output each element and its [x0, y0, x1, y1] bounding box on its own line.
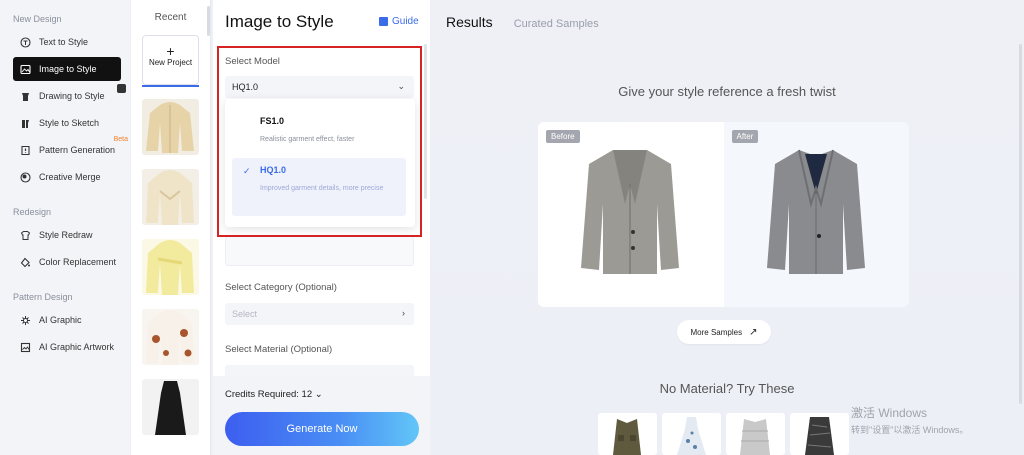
form-footer: Credits Required: 12 ⌄ Generate Now — [213, 376, 430, 455]
color-icon — [19, 256, 31, 268]
model-highlight-box — [217, 46, 422, 237]
floral-jacket-image — [146, 310, 194, 365]
generate-button[interactable]: Generate Now — [225, 412, 419, 446]
black-dress-image — [155, 381, 186, 435]
sample-materials — [598, 413, 854, 455]
pattern-icon — [19, 144, 31, 156]
nav-item-image-to-style[interactable]: Image to Style — [13, 57, 121, 81]
nav-item-pattern-generation[interactable]: Pattern Generation Beta — [13, 136, 128, 162]
chevron-right-icon: › — [402, 308, 405, 318]
before-tag: Before — [546, 130, 580, 143]
category-label: Select Category (Optional) — [225, 282, 337, 293]
nav-item-label: Text to Style — [39, 37, 89, 47]
nav-section-new-design: New Design — [13, 14, 62, 24]
tweed-skirt-image — [805, 417, 834, 455]
after-tag: After — [731, 130, 759, 143]
results-heading: Give your style reference a fresh twist — [618, 84, 836, 99]
nav-item-label: Style to Sketch — [39, 118, 100, 128]
recent-thumbnail[interactable] — [142, 379, 199, 435]
new-project-button[interactable]: + New Project — [142, 35, 199, 87]
results-scrollbar[interactable] — [1019, 44, 1022, 404]
nav-item-drawing-to-style[interactable]: Drawing to Style — [13, 84, 122, 108]
nav-item-color-replacement[interactable]: Color Replacement — [13, 250, 122, 274]
recent-scrollbar[interactable] — [207, 6, 210, 36]
sample-material-item[interactable] — [790, 413, 849, 455]
upload-area[interactable] — [225, 236, 414, 266]
results-panel: Results Curated Samples Give your style … — [430, 0, 1024, 455]
nav-item-text-to-style[interactable]: Text to Style — [13, 30, 122, 54]
beige-hoodie-image — [146, 102, 194, 153]
cream-jacket-image — [146, 170, 194, 225]
sample-material-item[interactable] — [662, 413, 721, 455]
puffer-vest-image — [740, 419, 770, 455]
floral-dress-image — [677, 417, 706, 455]
credits-label: Credits Required: 12 — [225, 389, 313, 400]
redraw-icon — [19, 229, 31, 241]
material-label: Select Material (Optional) — [225, 344, 333, 355]
ai-graphic-icon — [19, 314, 31, 326]
nav-item-style-redraw[interactable]: Style Redraw — [13, 223, 122, 247]
recent-panel: Recent + New Project — [131, 0, 211, 455]
merge-icon — [19, 171, 31, 183]
category-select[interactable]: Select › — [225, 303, 414, 325]
sample-material-item[interactable] — [726, 413, 785, 455]
new-project-label: New Project — [148, 58, 193, 67]
nav-item-ai-graphic[interactable]: AI Graphic — [13, 308, 122, 332]
recent-title: Recent — [154, 12, 187, 23]
more-samples-label: More Samples — [690, 327, 743, 337]
chevron-down-icon: ⌄ — [314, 389, 323, 400]
nav-item-label: Pattern Generation — [39, 145, 116, 155]
drawing-style-icon — [19, 90, 31, 102]
nav-item-label: Color Replacement — [39, 257, 117, 267]
left-navigation: New Design Text to Style Image to Style … — [0, 0, 130, 455]
image-style-icon — [19, 63, 31, 75]
more-samples-button[interactable]: More Samples ↗ — [677, 320, 771, 344]
nav-item-label: AI Graphic — [39, 315, 82, 325]
windows-activation-watermark: 激活 Windows 转到"设置"以激活 Windows。 — [851, 404, 968, 436]
tab-curated-samples[interactable]: Curated Samples — [514, 18, 599, 30]
nav-item-style-to-sketch[interactable]: Style to Sketch — [13, 111, 122, 135]
arrow-up-right-icon: ↗ — [749, 326, 758, 338]
guide-label: Guide — [392, 16, 419, 27]
watermark-line-1: 激活 Windows — [851, 406, 928, 420]
before-after-comparison: Before After — [538, 122, 909, 307]
nav-section-redesign: Redesign — [13, 207, 52, 217]
nav-item-label: Creative Merge — [39, 172, 101, 182]
beta-badge: Beta — [113, 136, 128, 143]
recent-thumbnail[interactable] — [142, 309, 199, 365]
watermark-line-2: 转到"设置"以激活 Windows。 — [851, 425, 969, 435]
recent-thumbnail[interactable] — [142, 239, 199, 295]
artwork-icon — [19, 341, 31, 353]
before-pane: Before — [538, 122, 724, 307]
blazer-after-image — [766, 149, 865, 274]
recent-thumbnail[interactable] — [142, 99, 199, 155]
book-icon — [379, 17, 388, 26]
guide-link[interactable]: Guide — [379, 16, 419, 27]
credits-dropdown[interactable]: Credits Required: 12 ⌄ — [225, 389, 323, 400]
plus-icon: + — [166, 43, 175, 59]
nav-section-pattern-design: Pattern Design — [13, 292, 73, 302]
results-tabs: Results Curated Samples — [446, 14, 599, 30]
page-title: Image to Style — [225, 12, 334, 31]
nav-item-creative-merge[interactable]: Creative Merge — [13, 165, 122, 189]
nav-item-label: AI Graphic Artwork — [39, 342, 115, 352]
sketch-icon — [19, 117, 31, 129]
sample-material-item[interactable] — [598, 413, 657, 455]
form-scrollbar[interactable] — [424, 44, 427, 199]
nav-item-label: Drawing to Style — [39, 91, 105, 101]
recent-thumbnail[interactable] — [142, 169, 199, 225]
olive-vest-image — [613, 419, 641, 455]
after-pane: After — [723, 122, 909, 307]
no-material-heading: No Material? Try These — [659, 381, 795, 396]
nav-item-ai-graphic-artwork[interactable]: AI Graphic Artwork — [13, 335, 122, 359]
tab-results[interactable]: Results — [446, 14, 493, 30]
nav-item-label: Image to Style — [39, 64, 97, 74]
blazer-before-image — [581, 150, 679, 274]
nav-item-label: Style Redraw — [39, 230, 93, 240]
yellow-jacket-image — [146, 240, 194, 295]
category-placeholder: Select — [232, 309, 258, 319]
text-style-icon — [19, 36, 31, 48]
